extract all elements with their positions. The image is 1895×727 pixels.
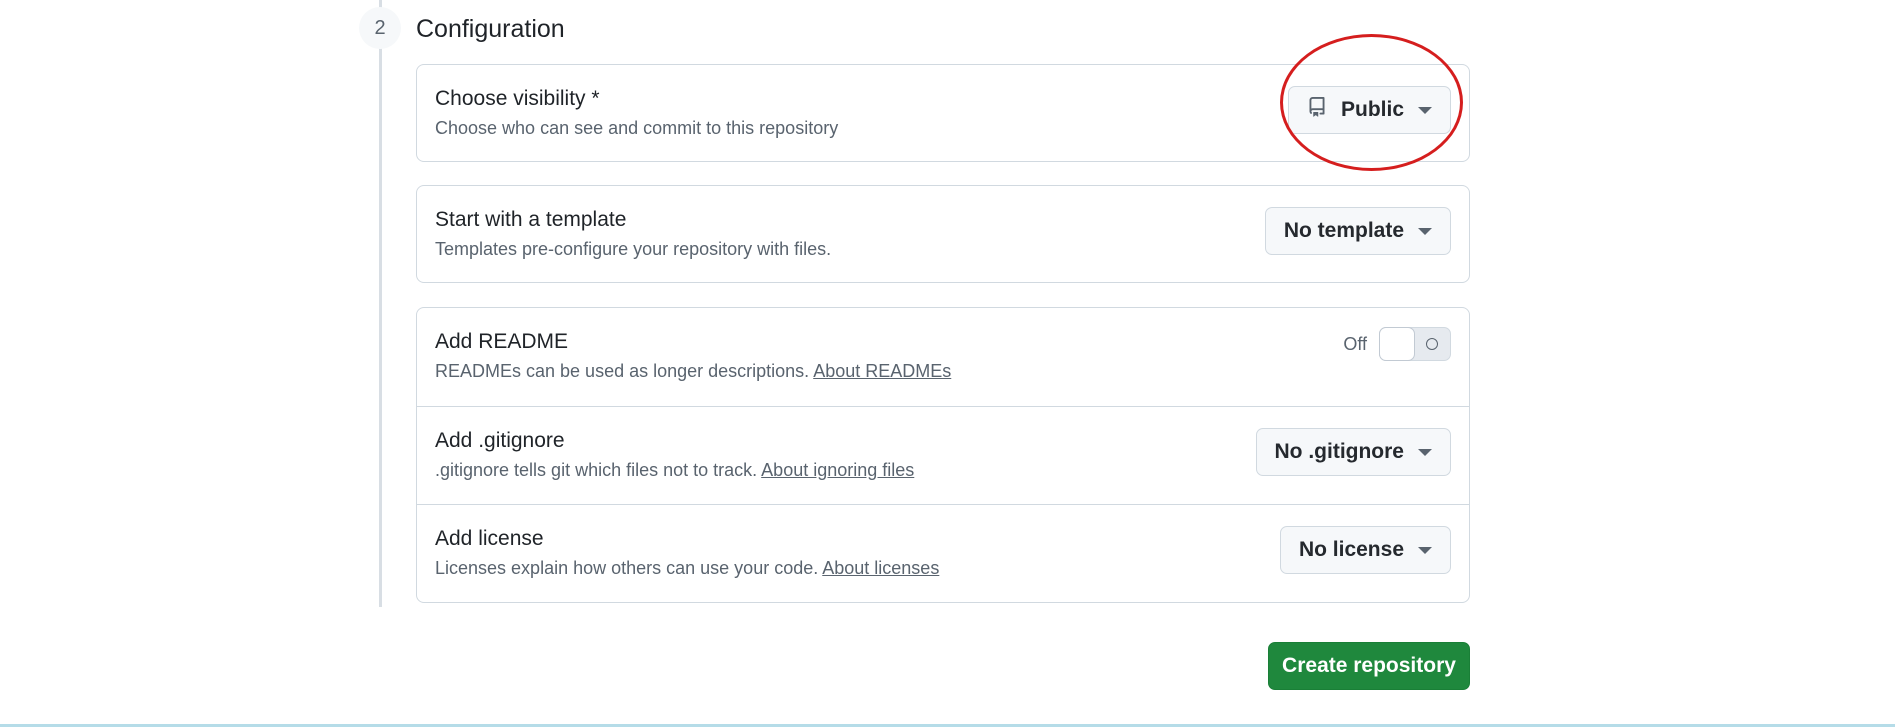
chevron-down-icon <box>1418 448 1432 456</box>
step-number-badge: 2 <box>359 7 401 49</box>
gitignore-title: Add .gitignore <box>435 429 565 452</box>
readme-description-text: READMEs can be used as longer descriptio… <box>435 361 810 381</box>
gitignore-dropdown[interactable]: No .gitignore <box>1255 428 1451 476</box>
visibility-selected: Public <box>1340 98 1404 121</box>
template-title: Start with a template <box>435 208 627 231</box>
template-selected: No template <box>1283 219 1404 242</box>
template-dropdown[interactable]: No template <box>1264 207 1451 255</box>
readme-row: Add README READMEs can be used as longer… <box>417 308 1469 406</box>
about-readmes-link[interactable]: About READMEs <box>813 361 951 381</box>
section-title: Configuration <box>416 15 565 43</box>
chevron-down-icon <box>1418 546 1432 554</box>
gitignore-description-text: .gitignore tells git which files not to … <box>435 460 758 480</box>
toggle-off-icon <box>1426 338 1438 350</box>
license-row: Add license Licenses explain how others … <box>417 504 1469 602</box>
license-dropdown[interactable]: No license <box>1279 526 1451 574</box>
gitignore-row: Add .gitignore .gitignore tells git whic… <box>417 406 1469 504</box>
gitignore-description: .gitignore tells git which files not to … <box>435 458 914 482</box>
gitignore-selected: No .gitignore <box>1274 440 1405 463</box>
license-title: Add license <box>435 527 544 550</box>
visibility-row: Choose visibility * Choose who can see a… <box>417 65 1469 161</box>
visibility-dropdown[interactable]: Public <box>1287 86 1451 134</box>
about-licenses-link[interactable]: About licenses <box>822 558 939 578</box>
license-description-text: Licenses explain how others can use your… <box>435 558 819 578</box>
files-card: Add README READMEs can be used as longer… <box>416 307 1470 603</box>
readme-title: Add README <box>435 330 569 353</box>
create-repository-button[interactable]: Create repository <box>1268 642 1470 690</box>
license-selected: No license <box>1298 538 1404 561</box>
readme-toggle[interactable] <box>1379 327 1451 361</box>
readme-toggle-wrapper: Off <box>1343 327 1451 361</box>
visibility-card: Choose visibility * Choose who can see a… <box>416 64 1470 162</box>
visibility-title: Choose visibility * <box>435 87 600 110</box>
chevron-down-icon <box>1418 227 1432 235</box>
template-card: Start with a template Templates pre-conf… <box>416 185 1470 283</box>
template-row: Start with a template Templates pre-conf… <box>417 186 1469 282</box>
visibility-description: Choose who can see and commit to this re… <box>435 118 839 138</box>
about-ignoring-files-link[interactable]: About ignoring files <box>761 460 914 480</box>
chevron-down-icon <box>1418 106 1432 114</box>
readme-toggle-label: Off <box>1343 333 1367 354</box>
license-description: Licenses explain how others can use your… <box>435 556 939 580</box>
repo-icon <box>1307 96 1327 124</box>
readme-description: READMEs can be used as longer descriptio… <box>435 359 951 383</box>
timeline-line <box>379 0 382 607</box>
toggle-knob <box>1379 327 1415 361</box>
template-description: Templates pre-configure your repository … <box>435 239 832 259</box>
